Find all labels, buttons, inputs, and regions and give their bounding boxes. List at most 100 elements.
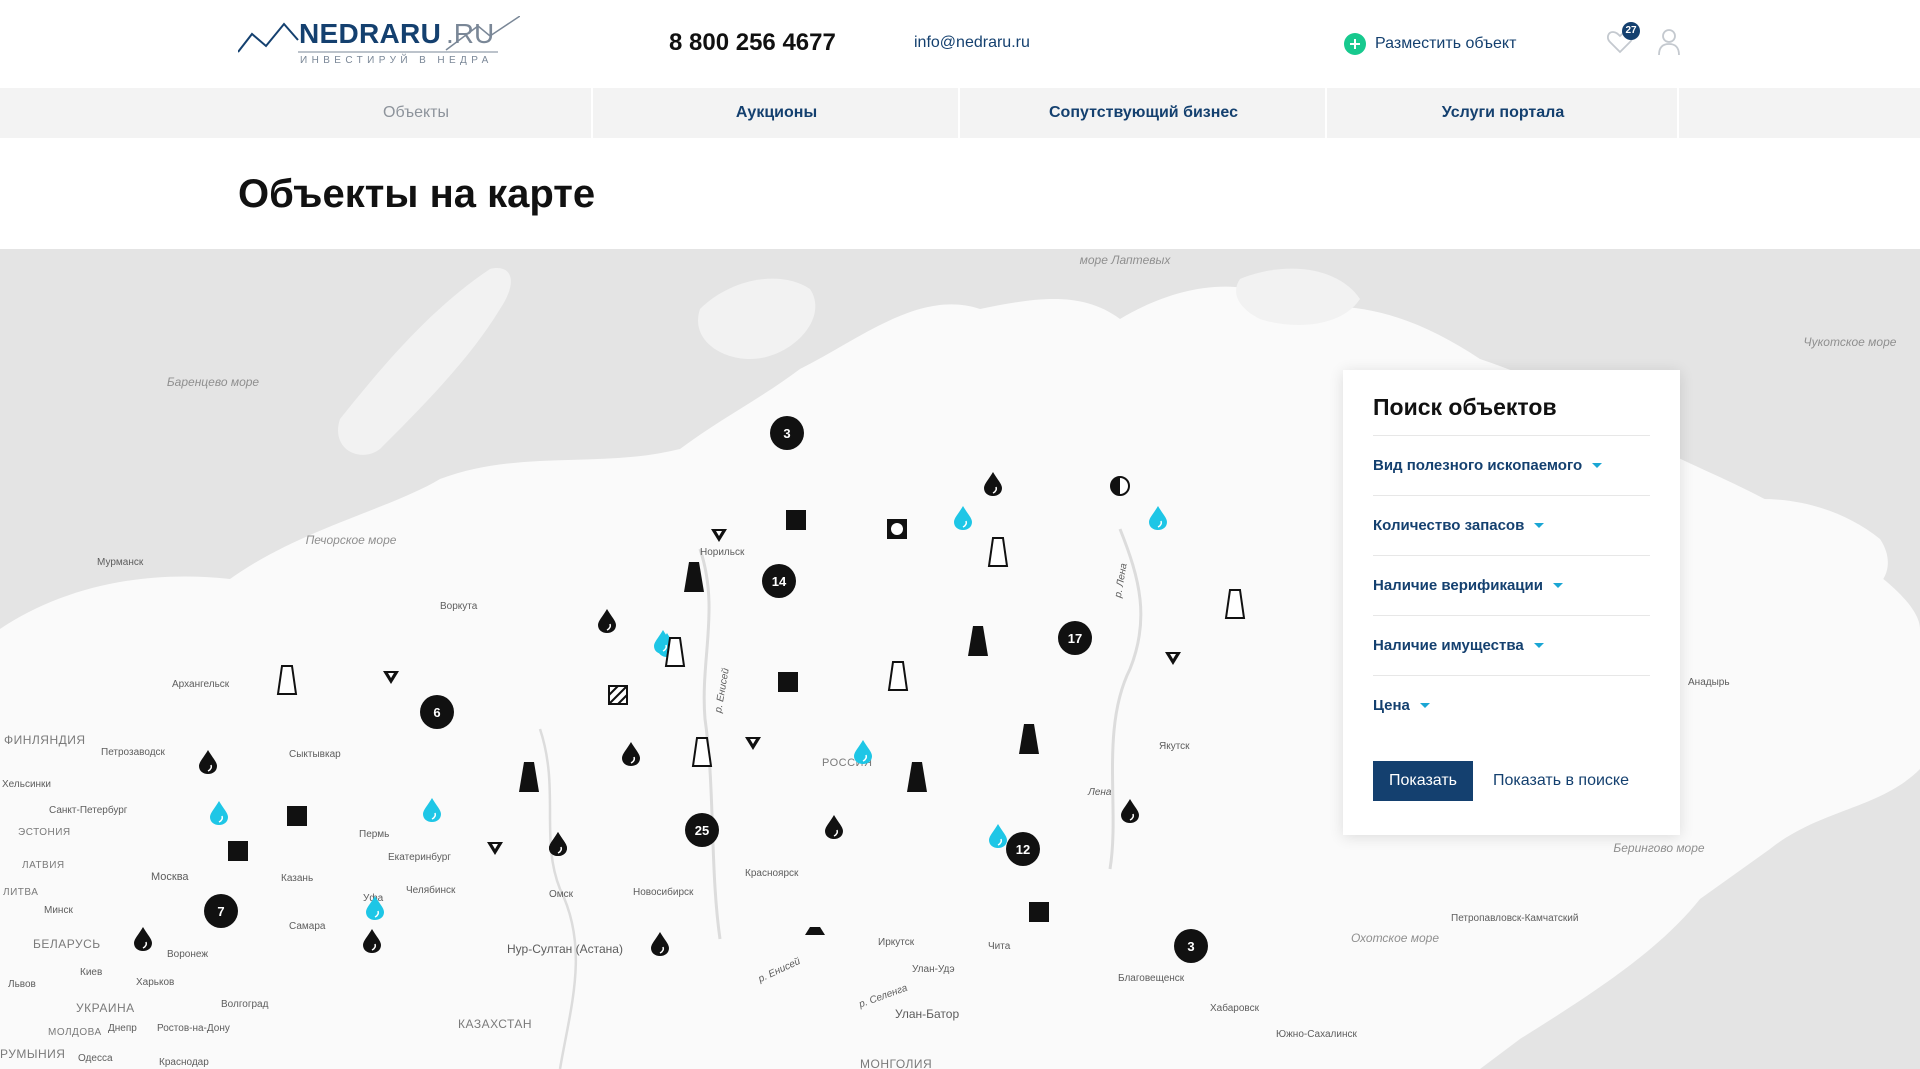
trapezoid-filled-icon[interactable] [518,761,540,793]
city-label: Южно-Сахалинск [1276,1029,1357,1040]
solid-square-icon[interactable] [287,806,307,826]
city-label: Петропавловск-Камчатский [1451,913,1579,924]
triangles-icon[interactable] [1163,650,1183,668]
show-in-search-link[interactable]: Показать в поиске [1493,772,1629,790]
oil-drop-icon[interactable] [1119,798,1141,824]
map-cluster[interactable]: 17 [1058,621,1092,655]
city-label: Одесса [78,1053,113,1064]
city-label: Мурманск [97,557,144,568]
city-label: Улан-Удэ [912,964,955,975]
half-circle-icon[interactable] [1110,476,1130,496]
oil-drop-icon[interactable] [823,814,845,840]
map-cluster[interactable]: 12 [1006,832,1040,866]
gas-drop-icon[interactable] [364,895,386,921]
country-label: МОЛДОВА [48,1027,102,1038]
map-cluster[interactable]: 14 [762,564,796,598]
country-label: БЕЛАРУСЬ [33,937,101,951]
map-cluster[interactable]: 6 [420,695,454,729]
city-label: Норильск [700,547,745,558]
objects-map[interactable]: море Лаптевых Баренцево море Печорское м… [0,249,1920,1069]
gas-drop-icon[interactable] [987,823,1009,849]
user-icon[interactable] [1657,28,1681,56]
oil-drop-icon[interactable] [197,749,219,775]
trapezoid-outline-icon[interactable] [887,660,909,692]
filter-verification[interactable]: Наличие верификации [1373,555,1650,615]
country-label: УКРАИНА [76,1001,135,1015]
oil-drop-icon[interactable] [620,741,642,767]
nav-item-auctions[interactable]: Аукционы [595,88,960,138]
nav-item-portal-services[interactable]: Услуги портала [1329,88,1679,138]
triangles-icon[interactable] [485,840,505,858]
map-cluster[interactable]: 25 [685,813,719,847]
main-nav: Объекты Аукционы Сопутствующий бизнес Ус… [0,88,1920,138]
logo[interactable]: NEDRARU .RU ИНВЕСТИРУЙ В НЕДРА [238,16,520,72]
filter-mineral-type[interactable]: Вид полезного ископаемого [1373,435,1650,495]
sea-label: море Лаптевых [1079,253,1171,267]
filter-label: Цена [1373,697,1410,714]
circle-in-square-icon[interactable] [887,519,907,539]
trapezoid-filled-icon[interactable] [804,926,826,936]
logo-domain: .RU [446,18,495,49]
trapezoid-outline-icon[interactable] [987,536,1009,568]
trapezoid-outline-icon[interactable] [691,736,713,768]
place-object-button[interactable]: Разместить объект [1344,32,1516,56]
search-panel-title: Поиск объектов [1373,394,1557,420]
city-label: Нур-Султан (Астана) [507,942,623,956]
nav-item-objects[interactable]: Объекты [241,88,593,138]
show-button[interactable]: Показать [1373,761,1474,801]
map-cluster[interactable]: 3 [1174,929,1208,963]
city-label: Самара [289,921,326,932]
gas-drop-icon[interactable] [852,739,874,765]
filter-reserves[interactable]: Количество запасов [1373,495,1650,555]
country-label: РУМЫНИЯ [0,1047,66,1061]
city-label: Ростов-на-Дону [157,1023,230,1034]
filter-price[interactable]: Цена [1373,675,1650,735]
triangles-icon[interactable] [381,669,401,687]
city-label: Петрозаводск [101,747,165,758]
plus-icon [1344,33,1366,55]
email-link[interactable]: info@nedraru.ru [914,34,1030,52]
solid-square-icon[interactable] [228,841,248,861]
solid-square-icon[interactable] [786,510,806,530]
oil-drop-icon[interactable] [982,471,1004,497]
hatched-square-icon[interactable] [608,685,628,705]
chevron-down-icon [1552,583,1563,588]
solid-square-icon[interactable] [778,672,798,692]
city-label: Иркутск [878,937,915,948]
oil-drop-icon[interactable] [132,926,154,952]
filter-label: Наличие верификации [1373,577,1543,594]
city-label: Сыктывкар [289,749,341,760]
city-label: Екатеринбург [388,852,451,863]
chevron-down-icon [1534,523,1545,528]
triangles-icon[interactable] [709,527,729,545]
gas-drop-icon[interactable] [1147,505,1169,531]
oil-drop-icon[interactable] [649,931,671,957]
triangles-icon[interactable] [743,735,763,753]
gas-drop-icon[interactable] [421,797,443,823]
trapezoid-filled-icon[interactable] [906,761,928,793]
oil-drop-icon[interactable] [596,608,618,634]
search-panel: Поиск объектов Вид полезного ископаемого… [1343,370,1680,835]
city-label: Архангельск [172,679,230,690]
nav-item-related-business[interactable]: Сопутствующий бизнес [962,88,1327,138]
city-label: Хельсинки [2,779,52,790]
solid-square-icon[interactable] [1029,902,1049,922]
city-label: Харьков [136,977,175,988]
oil-drop-icon[interactable] [547,831,569,857]
trapezoid-outline-icon[interactable] [664,636,686,668]
filter-property[interactable]: Наличие имущества [1373,615,1650,675]
trapezoid-outline-icon[interactable] [276,664,298,696]
country-label: ФИНЛЯНДИЯ [4,733,86,747]
gas-drop-icon[interactable] [952,505,974,531]
trapezoid-outline-icon[interactable] [1224,588,1246,620]
map-cluster[interactable]: 7 [204,894,238,928]
gas-drop-icon[interactable] [208,800,230,826]
trapezoid-filled-icon[interactable] [967,625,989,657]
trapezoid-filled-icon[interactable] [1018,723,1040,755]
city-label: Санкт-Петербург [49,805,128,816]
map-cluster[interactable]: 3 [770,416,804,450]
city-label: Пермь [359,829,390,840]
phone-number[interactable]: 8 800 256 4677 [669,29,836,57]
oil-drop-icon[interactable] [361,928,383,954]
trapezoid-filled-icon[interactable] [683,561,705,593]
